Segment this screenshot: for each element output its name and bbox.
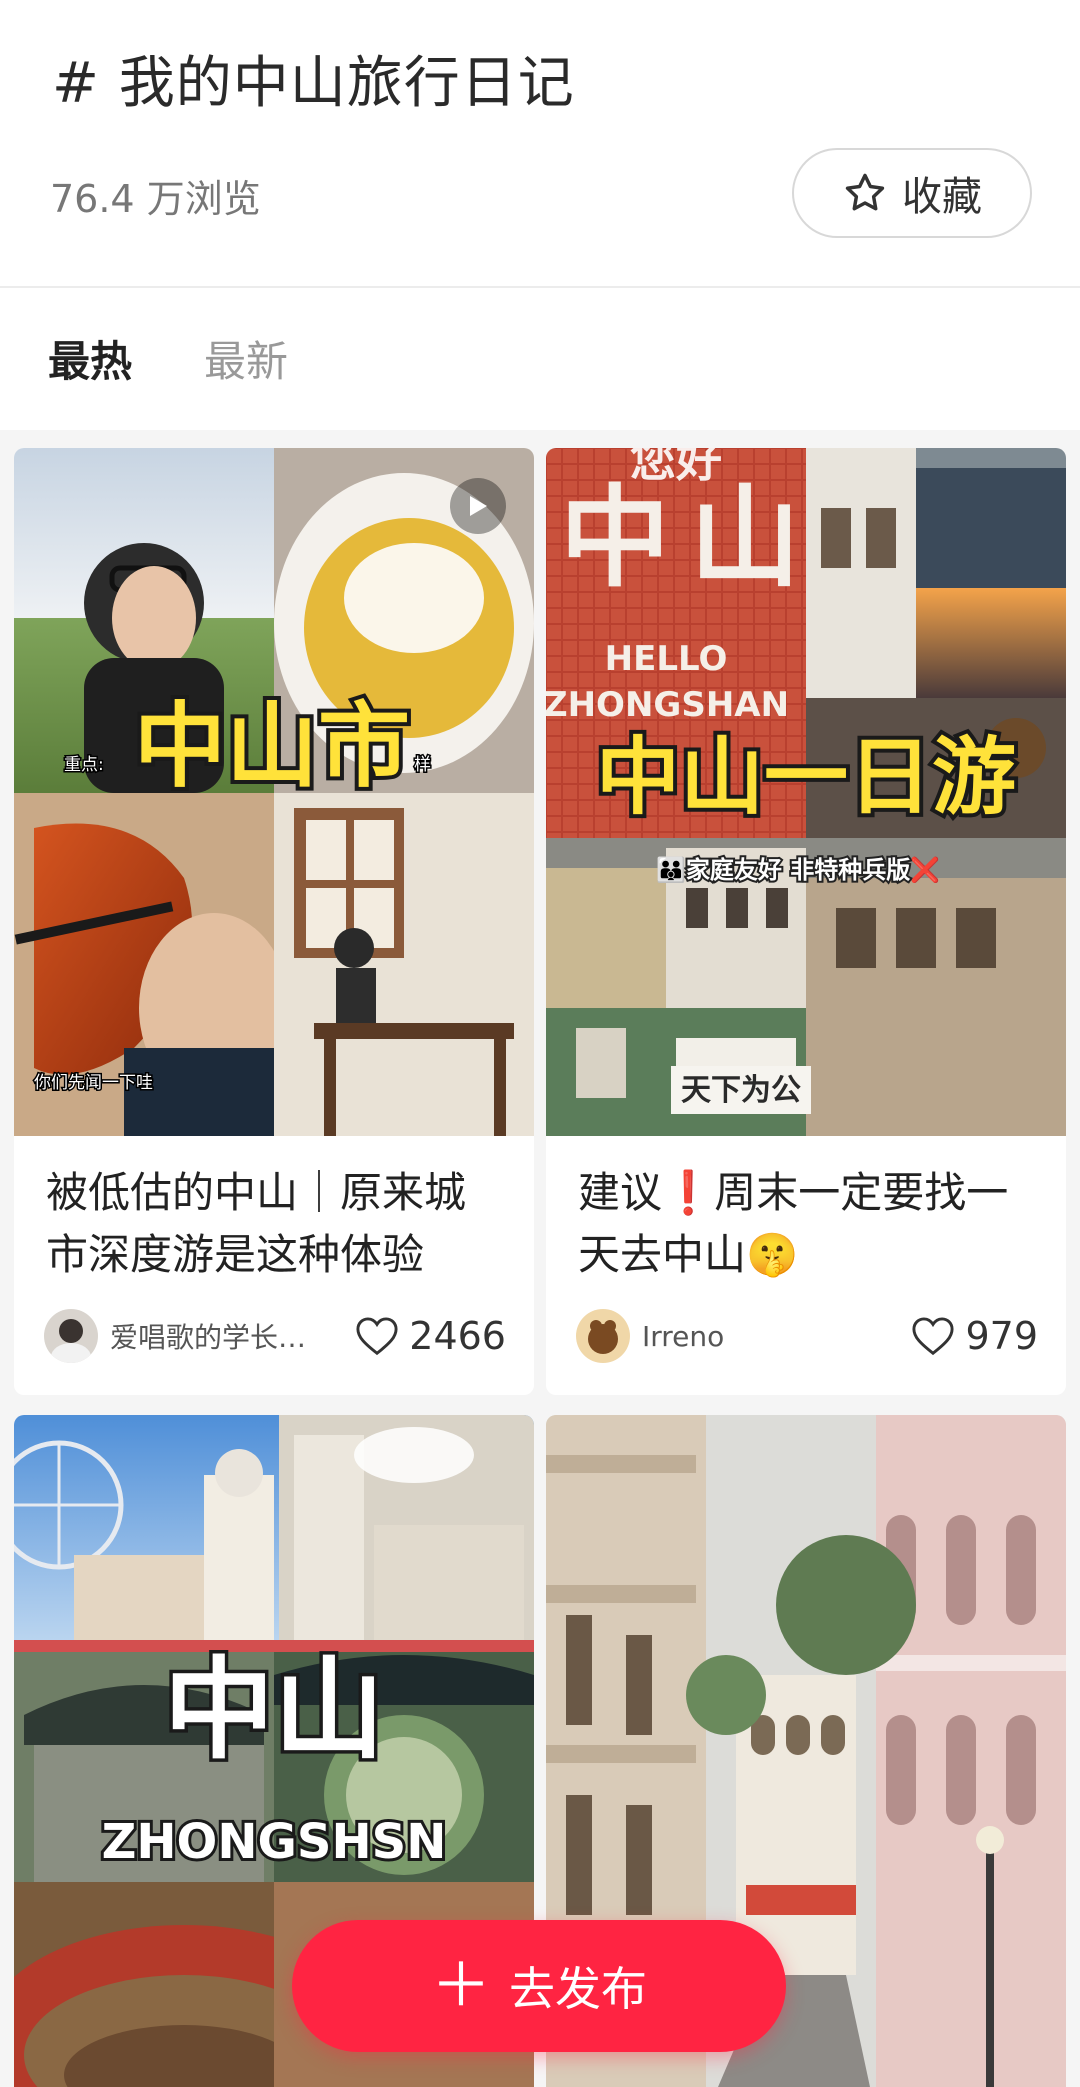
video-badge — [450, 478, 506, 534]
author-avatar[interactable] — [576, 1309, 630, 1363]
cover-hello: HELLO — [605, 639, 728, 679]
like-count: 979 — [965, 1314, 1038, 1358]
like-button[interactable]: 979 — [911, 1314, 1038, 1358]
cover-title-text: 中山一日游 — [596, 728, 1016, 826]
cover-subtitle: 你们先闻一下哇 — [34, 1073, 153, 1093]
author-avatar[interactable] — [44, 1309, 98, 1363]
note-title: 建议❗周末一定要找一天去中山🤫 — [578, 1168, 1009, 1279]
heart-icon — [912, 1317, 955, 1356]
favorite-label: 收藏 — [902, 174, 982, 220]
publish-label: 去发布 — [509, 1962, 647, 2016]
topic-header: # 我的中山旅行日记 76.4 万浏览 收藏 — [0, 0, 1080, 286]
note-cover-image: 您好 中山 HELLO ZHONGSHAN 中山一日游 👪家庭友好 非特种兵版❌… — [546, 448, 1066, 1136]
cover-collage: 您好 中山 HELLO ZHONGSHAN 中山一日游 👪家庭友好 非特种兵版❌… — [546, 448, 1066, 1136]
view-count: 76.4 万浏览 — [50, 177, 261, 221]
topic-title: # 我的中山旅行日记 — [52, 51, 575, 116]
cover-city: ZHONGSHAN — [546, 685, 789, 725]
sort-tabs: 最热 最新 — [0, 288, 1080, 430]
cover-sign-text: 中山 — [560, 474, 820, 602]
heart-icon — [356, 1317, 398, 1356]
note-title: 被低估的中山｜原来城市深度游是这种体验 — [46, 1168, 467, 1279]
cover-title-text: 中山 — [164, 1645, 384, 1774]
tab-hottest[interactable]: 最热 — [48, 328, 132, 389]
publish-button[interactable]: ＋ 去发布 — [292, 1920, 786, 2052]
plus-icon: ＋ — [431, 1951, 491, 2021]
note-card[interactable]: 您好 中山 HELLO ZHONGSHAN 中山一日游 👪家庭友好 非特种兵版❌… — [546, 448, 1066, 1395]
cover-collage: 中山市 重点: 样 你们先闻一下哇 — [14, 448, 534, 1136]
cover-caption-right: 样 — [414, 755, 431, 775]
note-cover-image: 中山市 重点: 样 你们先闻一下哇 — [14, 448, 534, 1136]
note-feed: 中山市 重点: 样 你们先闻一下哇 被低估的中山｜原来城市深度游是这种体验 爱唱… — [0, 430, 1080, 2087]
cover-subtitle: ZHONGSHSN — [102, 1814, 447, 1870]
play-icon — [470, 496, 487, 516]
cover-title-text: 中山市 — [134, 693, 410, 800]
cover-caption-left: 重点: — [64, 755, 104, 775]
cover-tags: 👪家庭友好 非特种兵版❌ — [656, 856, 940, 884]
note-meta: Irreno 979 — [576, 1308, 1038, 1364]
favorite-button[interactable]: 收藏 — [792, 148, 1032, 238]
cover-sign: 天下为公 — [681, 1073, 801, 1108]
author-name[interactable]: 爱唱歌的学长… — [110, 1316, 306, 1356]
tab-newest[interactable]: 最新 — [204, 328, 288, 389]
star-icon — [845, 173, 885, 211]
note-meta: 爱唱歌的学长… 2466 — [44, 1308, 506, 1364]
note-card[interactable]: 中山市 重点: 样 你们先闻一下哇 被低估的中山｜原来城市深度游是这种体验 爱唱… — [14, 448, 534, 1395]
like-button[interactable]: 2466 — [355, 1314, 506, 1358]
author-name[interactable]: Irreno — [642, 1320, 724, 1353]
like-count: 2466 — [409, 1314, 506, 1358]
